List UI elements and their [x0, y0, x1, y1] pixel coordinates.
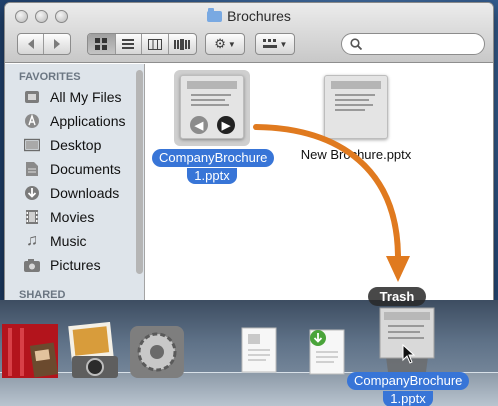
drag-direction-arrow-icon: [253, 124, 410, 282]
